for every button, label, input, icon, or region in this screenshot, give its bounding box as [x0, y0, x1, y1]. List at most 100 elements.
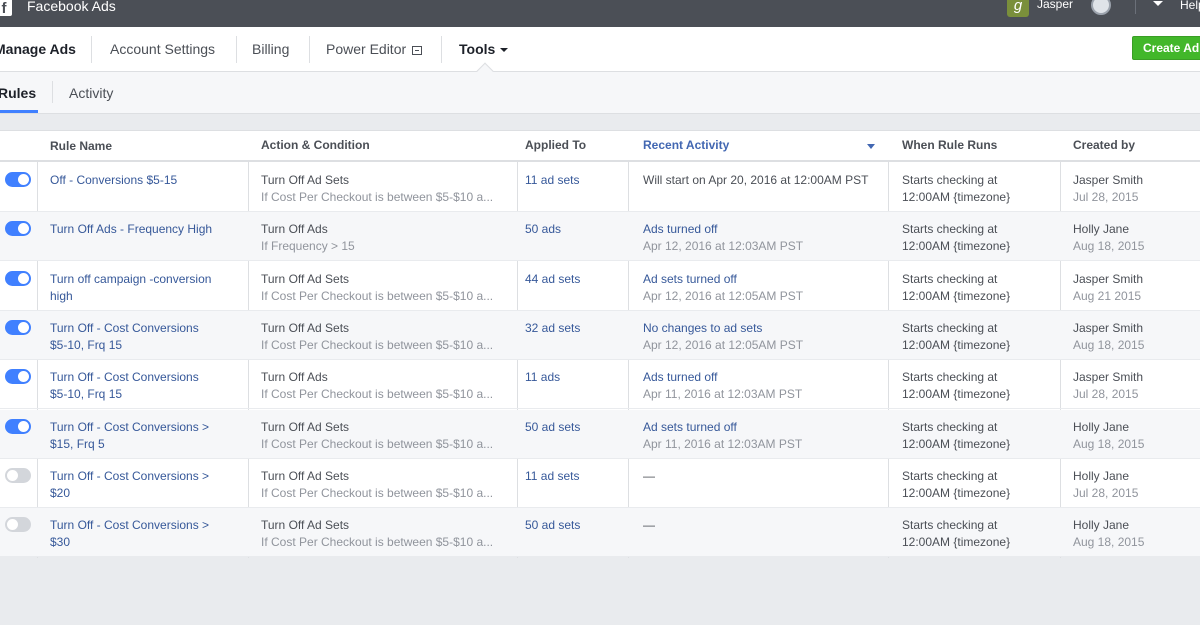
rule-name-link[interactable]: Turn off campaign -conversion high [50, 271, 240, 305]
rule-name-link[interactable]: Turn Off - Cost Conversions > $30 [50, 517, 240, 551]
globe-icon[interactable] [1091, 0, 1111, 15]
recent-activity[interactable]: Ad sets turned off Apr 11, 2016 at 12:03A… [643, 419, 883, 453]
applied-to-link[interactable]: 44 ad sets [525, 271, 620, 288]
toggle-knob [18, 420, 29, 432]
created-date: Jul 28, 2015 [1073, 190, 1139, 204]
rule-name-link[interactable]: Turn Off Ads - Frequency High [50, 221, 240, 238]
divider [309, 36, 310, 63]
rule-toggle[interactable] [5, 172, 31, 187]
rule-name-link[interactable]: Turn Off - Cost Conversions > $20 [50, 468, 240, 502]
rule-toggle[interactable] [5, 221, 31, 237]
nav-account-settings[interactable]: Account Settings [110, 27, 215, 72]
rule-name-link[interactable]: Turn Off - Cost Conversions > $15, Frq 5 [50, 419, 240, 453]
rule-toggle[interactable] [5, 517, 31, 533]
applied-to-link[interactable]: 32 ad sets [525, 320, 620, 337]
rule-toggle[interactable] [5, 270, 31, 286]
chevron-down-icon [500, 48, 509, 52]
rule-action: Turn Off Ad Sets [261, 419, 350, 434]
rule-toggle[interactable] [5, 369, 31, 385]
recent-activity[interactable]: No changes to ad sets Apr 12, 2016 at 12:… [643, 320, 883, 354]
rule-schedule: Starts checking at 12:00AM {timezone} [902, 221, 1052, 255]
facebook-logo-icon[interactable]: f [0, 0, 12, 16]
activity-text: Will start on Apr 20, 2016 at 12:00AM PS… [643, 173, 869, 187]
app-title[interactable]: Facebook Ads [27, 0, 116, 14]
tab-rules[interactable]: Rules [0, 72, 36, 114]
column-header-rule-name[interactable]: Rule Name [50, 132, 112, 161]
rule-schedule: Starts checking at 12:00AM {timezone} [902, 517, 1052, 551]
rule-name-line: Turn Off - Cost Conversions [50, 320, 199, 335]
rules-table: Rule Name Action & Condition Applied To … [0, 130, 1200, 558]
rule-toggle[interactable] [5, 319, 31, 335]
activity-timestamp: Apr 12, 2016 at 12:05AM PST [643, 337, 804, 352]
divider [441, 36, 442, 63]
schedule-line: Starts checking at [902, 320, 998, 335]
rule-toggle[interactable] [5, 467, 31, 483]
table-row: Turn Off - Cost Conversions > $15, Frq 5T… [0, 409, 1200, 459]
table-row: Turn Off - Cost Conversions $5-10, Frq 15… [0, 360, 1200, 410]
activity-text: Ads turned off [643, 370, 718, 385]
divider [236, 36, 237, 63]
divider [52, 81, 53, 103]
schedule-line: 12:00AM {timezone} [902, 436, 1011, 451]
rule-name-link[interactable]: Turn Off - Cost Conversions $5-10, Frq 15 [50, 369, 240, 403]
applied-to-link[interactable]: 50 ad sets [525, 419, 620, 436]
schedule-line: 12:00AM {timezone} [902, 337, 1011, 352]
rule-condition: If Cost Per Checkout is between $5-$10 a… [261, 288, 494, 303]
created-date: Aug 18, 2015 [1073, 535, 1145, 550]
recent-activity: — [643, 468, 883, 485]
activity-text: — [643, 468, 655, 483]
creator-name: Holly Jane [1073, 419, 1130, 434]
rule-schedule: Starts checking at 12:00AM {timezone} [902, 271, 1052, 305]
toggle-knob [7, 519, 18, 531]
user-name[interactable]: Jasper [1037, 0, 1073, 11]
rule-action: Turn Off Ads [261, 370, 328, 385]
avatar[interactable]: g [1007, 0, 1029, 17]
action-condition: Turn Off Ad Sets If Cost Per Checkout is … [261, 419, 511, 453]
applied-to-link[interactable]: 50 ads [525, 221, 620, 238]
rule-name-line: $5-10, Frq 15 [50, 387, 123, 402]
recent-activity[interactable]: Ads turned off Apr 12, 2016 at 12:03AM PS… [643, 221, 883, 255]
creator-name: Jasper Smith [1073, 370, 1144, 385]
rule-schedule: Starts checking at 12:00AM {timezone} [902, 468, 1052, 502]
help-link[interactable]: Help [1180, 0, 1200, 12]
toggle-knob [18, 321, 29, 333]
nav-manage-ads[interactable]: Manage Ads [0, 27, 76, 72]
rule-name-link[interactable]: Turn Off - Cost Conversions $5-10, Frq 15 [50, 320, 240, 354]
rule-name-line: $15, Frq 5 [50, 436, 105, 451]
rule-name-link[interactable]: Off - Conversions $5-15 [50, 172, 240, 189]
nav-power-editor[interactable]: Power Editor [326, 27, 423, 72]
column-header-action-condition[interactable]: Action & Condition [261, 131, 370, 160]
schedule-line: 12:00AM {timezone} [902, 288, 1011, 303]
action-condition: Turn Off Ad Sets If Cost Per Checkout is … [261, 271, 511, 305]
column-header-applied-to[interactable]: Applied To [525, 131, 586, 160]
rule-toggle[interactable] [5, 418, 31, 434]
rule-condition: If Frequency > 15 [261, 239, 355, 254]
applied-to-link[interactable]: 11 ad sets [525, 468, 620, 485]
sort-descending-icon[interactable] [867, 144, 875, 149]
applied-to-link[interactable]: 11 ads [525, 369, 620, 386]
applied-to-link[interactable]: 11 ad sets [525, 172, 620, 189]
recent-activity: Will start on Apr 20, 2016 at 12:00AM PS… [643, 172, 883, 189]
recent-activity[interactable]: Ad sets turned off Apr 12, 2016 at 12:05A… [643, 271, 883, 305]
divider [1135, 0, 1136, 14]
created-date: Jul 28, 2015 [1073, 485, 1139, 500]
activity-text: — [643, 518, 655, 533]
applied-to-link[interactable]: 50 ad sets [525, 517, 620, 534]
column-header-created-by[interactable]: Created by [1073, 131, 1135, 160]
tab-activity[interactable]: Activity [69, 72, 113, 114]
recent-activity[interactable]: Ads turned off Apr 11, 2016 at 12:03AM PS… [643, 369, 883, 403]
rule-condition: If Cost Per Checkout is between $5-$10 a… [261, 387, 494, 402]
rule-name-line: Turn Off - Cost Conversions > [50, 419, 210, 434]
create-ad-button[interactable]: Create Ad [1132, 36, 1200, 60]
schedule-line: Starts checking at [902, 222, 998, 237]
rule-condition: If Cost Per Checkout is between $5-$10 a… [261, 535, 494, 550]
table-row: Off - Conversions $5-15 Turn Off Ad Sets I… [0, 163, 1200, 212]
column-header-when-rule-runs[interactable]: When Rule Runs [902, 131, 997, 160]
rule-condition: If Cost Per Checkout is between $5-$10 a… [261, 190, 494, 204]
rule-name-line: high [50, 288, 73, 303]
nav-billing[interactable]: Billing [252, 27, 289, 72]
creator-name: Holly Jane [1073, 222, 1130, 237]
chevron-down-icon[interactable] [1153, 1, 1163, 6]
column-header-recent-activity[interactable]: Recent Activity [643, 131, 729, 160]
top-bar: f Facebook Ads g Jasper Help [0, 0, 1200, 27]
